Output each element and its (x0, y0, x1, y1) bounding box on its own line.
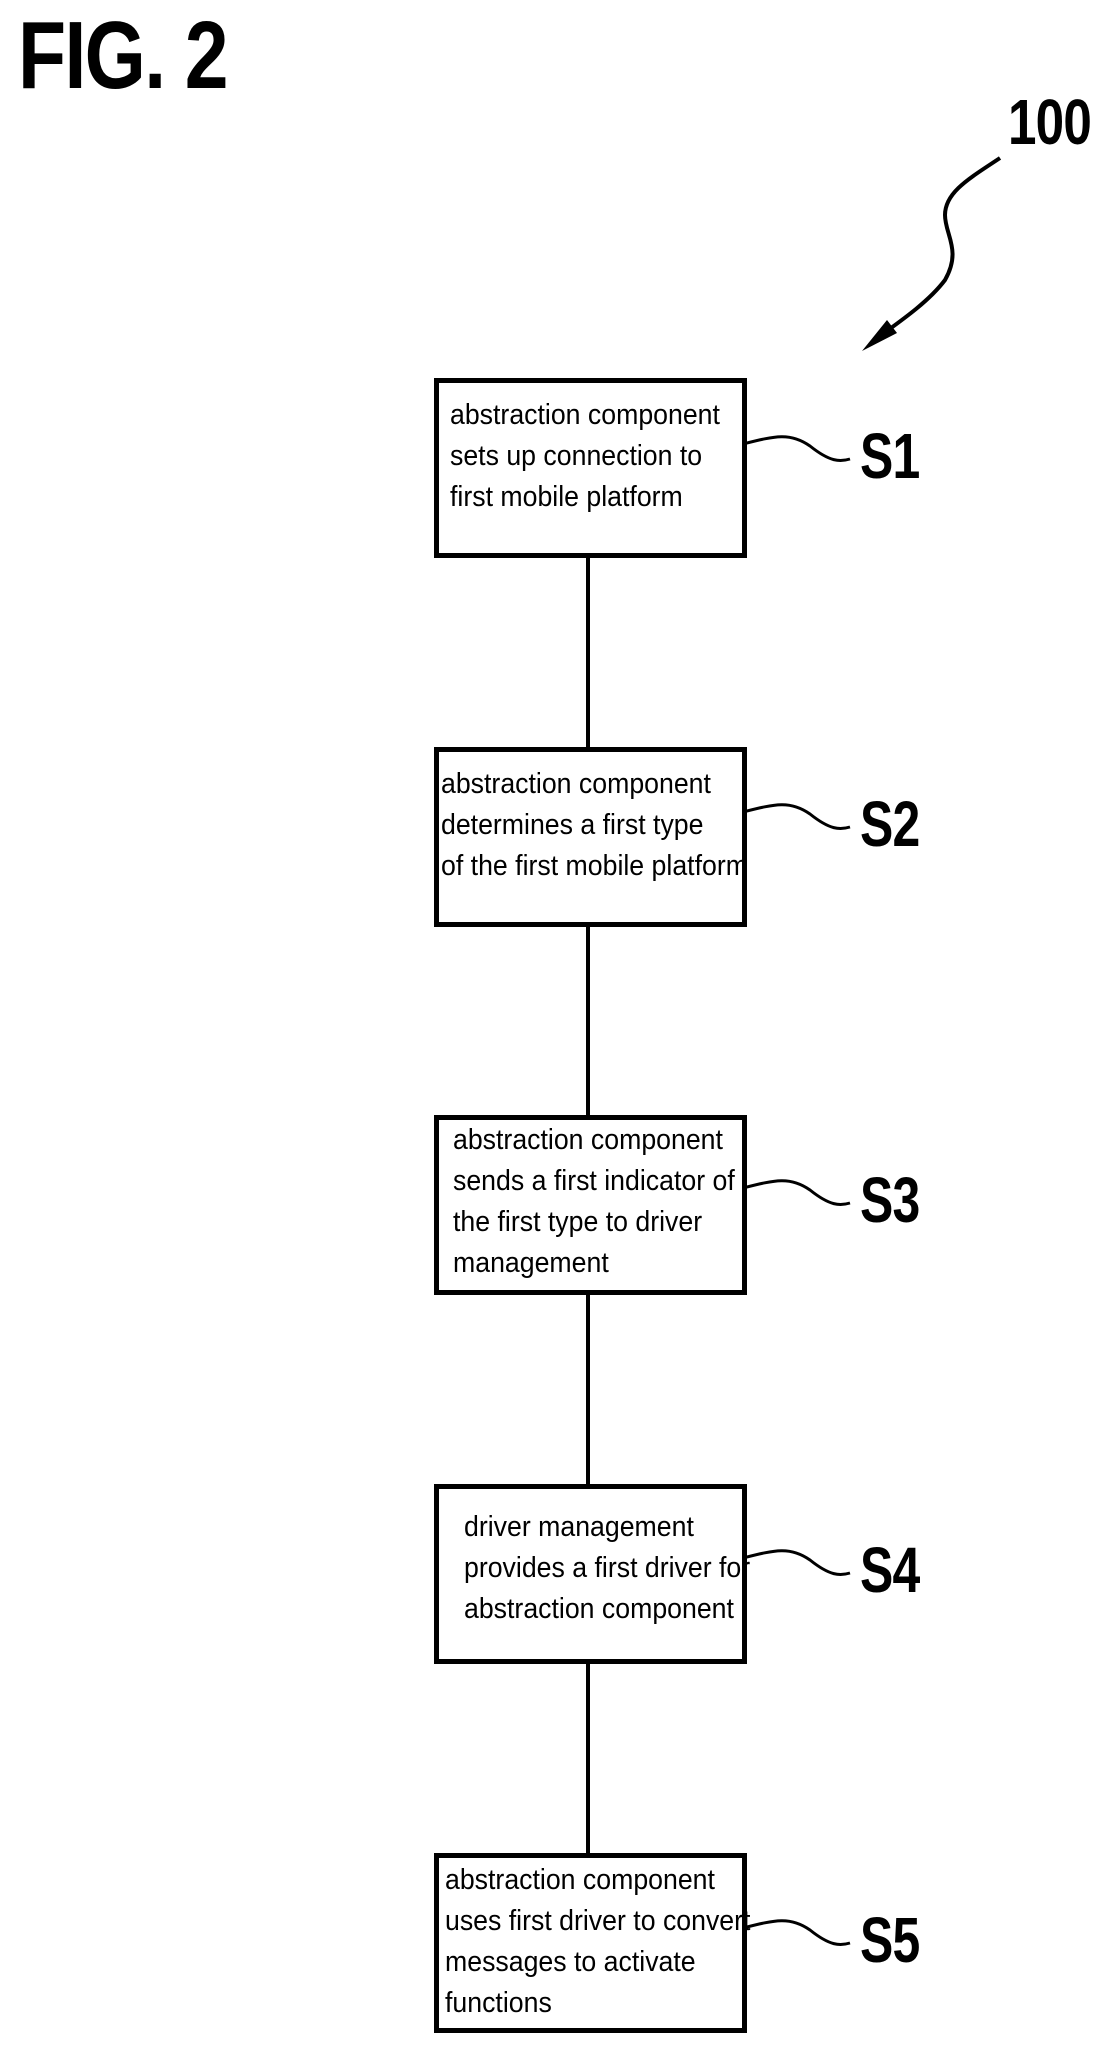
step-text-s5: abstraction component uses first driver … (445, 1864, 751, 2019)
step-label-s3: S3 (860, 1164, 920, 1236)
step-label-s1: S1 (860, 420, 920, 492)
reference-arrow (878, 156, 1002, 338)
step-box-s5: abstraction component uses first driver … (434, 1853, 751, 2033)
arrowhead-icon (862, 320, 897, 351)
step-label-s2: S2 (860, 788, 920, 860)
step-box-s4: driver management provides a first drive… (434, 1484, 751, 1664)
step-text-s2: abstraction component determines a first… (441, 768, 748, 882)
leader-line-s3 (742, 1179, 851, 1206)
step-text-s3: abstraction component sends a first indi… (453, 1124, 735, 1279)
step-box-s3: abstraction component sends a first indi… (434, 1115, 747, 1295)
step-box-s2: abstraction component determines a first… (434, 747, 748, 927)
leader-line-s2 (742, 803, 851, 830)
step-label-s5: S5 (860, 1904, 920, 1976)
step-text-s4: driver management provides a first drive… (464, 1511, 751, 1625)
leader-line-s4 (742, 1549, 851, 1576)
step-label-s4: S4 (860, 1534, 920, 1606)
step-text-s1: abstraction component sets up connection… (450, 399, 720, 513)
step-box-s1: abstraction component sets up connection… (434, 378, 747, 558)
leader-line-s5 (742, 1919, 851, 1946)
diagram-lines (586, 156, 1002, 1946)
leader-line-s1 (742, 435, 851, 462)
